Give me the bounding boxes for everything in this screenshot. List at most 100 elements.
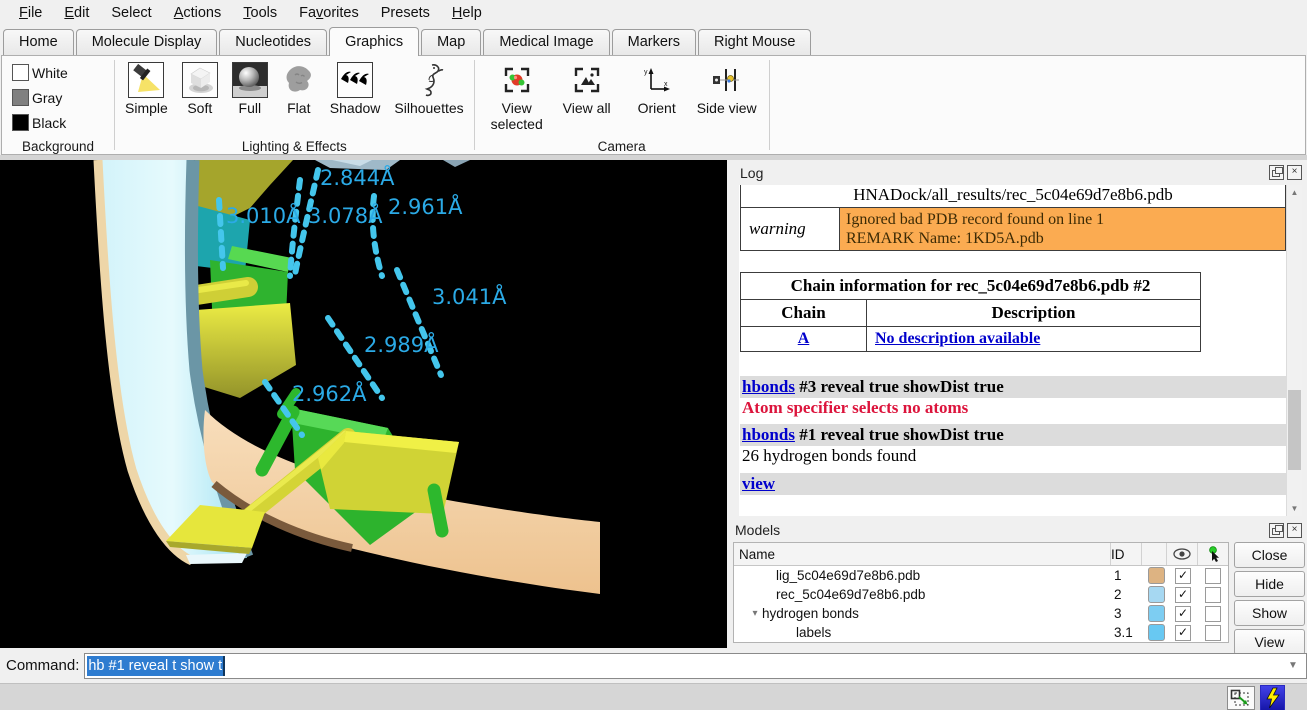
background-gray-option[interactable]: Gray [12,89,68,106]
menu-favorites[interactable]: Favorites [288,3,370,23]
model-color-swatch[interactable] [1148,624,1165,641]
model-row-labels[interactable]: labels 3.1 ✓ [734,623,1228,642]
model-row-lig[interactable]: lig_5c04e69d7e8b6.pdb 1 ✓ [734,566,1228,585]
chain-table-title: Chain information for rec_5c04e69d7e8b6.… [741,273,1201,300]
tab-molecule-display[interactable]: Molecule Display [76,29,218,55]
rapid-access-icon[interactable] [1227,686,1255,710]
gray-swatch [12,89,29,106]
lighting-silhouettes-button[interactable]: Silhouettes [394,60,463,116]
camera-orient-button[interactable]: y x Orient [625,60,689,116]
undock-icon[interactable] [1269,523,1284,538]
models-title: Models [735,522,780,538]
command-echo: view [740,473,1289,495]
right-panel: Log × HNADock/all_results/rec_5c04e69d7e… [727,160,1307,648]
models-panel: Models × Name ID [727,518,1307,648]
lighting-flat-button[interactable]: Flat [282,60,316,116]
log-title-bar: Log × [727,160,1307,185]
camera-view-selected-button[interactable]: View selected [485,60,549,132]
menu-select[interactable]: Select [100,3,162,23]
menu-bar: File Edit Select Actions Tools Favorites… [0,0,1307,25]
flashlight-icon [128,62,164,98]
menu-edit[interactable]: Edit [53,3,100,23]
lighting-shadow-button[interactable]: Shadow [330,60,381,116]
menu-actions[interactable]: Actions [163,3,233,23]
distance-label: 2.989Å [364,333,438,357]
close-icon[interactable]: × [1287,523,1302,538]
command-input-selected-text: hb #1 reveal t show t [87,656,225,676]
svg-text:y: y [644,69,648,76]
model-color-swatch[interactable] [1148,586,1165,603]
selected-checkbox[interactable] [1205,606,1221,622]
hbonds-help-link[interactable]: hbonds [742,425,795,444]
model-row-hydrogen-bonds[interactable]: ▾hydrogen bonds 3 ✓ [734,604,1228,623]
menu-help[interactable]: Help [441,3,493,23]
selected-checkbox[interactable] [1205,568,1221,584]
shown-checkbox[interactable]: ✓ [1175,568,1191,584]
fast-mode-lightning-icon[interactable] [1260,685,1285,710]
menu-file[interactable]: File [8,3,53,23]
section-label-background: Background [2,139,114,154]
view-help-link[interactable]: view [742,474,775,493]
tab-home[interactable]: Home [3,29,74,55]
camera-view-all-button[interactable]: View all [555,60,619,116]
model-name: rec_5c04e69d7e8b6.pdb [776,587,925,602]
graphics-viewport[interactable]: 2.844Å 3.010Å 3.078Å 2.961Å 3.041Å 2.989… [0,160,727,648]
command-input[interactable]: hb #1 reveal t show t ▼ [84,653,1307,679]
show-model-button[interactable]: Show [1234,600,1305,626]
tab-map[interactable]: Map [421,29,481,55]
undock-icon[interactable] [1269,165,1284,180]
shown-checkbox[interactable]: ✓ [1175,587,1191,603]
distance-label: 3.041Å [432,285,506,309]
log-scrollbar[interactable]: ▲ ▼ [1286,185,1302,516]
view-model-button[interactable]: View [1234,629,1305,655]
menu-tools[interactable]: Tools [232,3,288,23]
tab-right-mouse[interactable]: Right Mouse [698,29,811,55]
tab-graphics[interactable]: Graphics [329,27,419,56]
close-model-button[interactable]: Close [1234,542,1305,568]
chain-info-table: Chain information for rec_5c04e69d7e8b6.… [740,272,1201,352]
tab-medical-image[interactable]: Medical Image [483,29,609,55]
camera-side-view-button[interactable]: Side view [695,60,759,116]
bond-cylinder-green [434,490,442,531]
lighting-soft-button[interactable]: Soft [182,60,218,116]
hide-model-button[interactable]: Hide [1234,571,1305,597]
base-slab-yellow [196,303,296,398]
tree-expander-icon[interactable]: ▾ [748,608,762,619]
menu-presets[interactable]: Presets [370,3,441,23]
model-color-swatch[interactable] [1148,567,1165,584]
models-table: Name ID [733,542,1229,643]
selected-checkbox[interactable] [1205,587,1221,603]
shown-checkbox[interactable]: ✓ [1175,606,1191,622]
model-row-rec[interactable]: rec_5c04e69d7e8b6.pdb 2 ✓ [734,585,1228,604]
open-file-table: HNADock/all_results/rec_5c04e69d7e8b6.pd… [740,185,1286,251]
command-history-dropdown-icon[interactable]: ▼ [1284,654,1302,678]
scrollbar-thumb[interactable] [1288,390,1301,469]
model-color-swatch[interactable] [1148,605,1165,622]
lighting-full-button[interactable]: Full [232,60,268,116]
scroll-up-icon[interactable]: ▲ [1287,188,1302,197]
background-black-option[interactable]: Black [12,114,68,131]
model-id: 2 [1114,585,1144,604]
lighting-simple-button[interactable]: Simple [125,60,168,116]
close-icon[interactable]: × [1287,165,1302,180]
shown-checkbox[interactable]: ✓ [1175,625,1191,641]
name-column-header[interactable]: Name [734,543,1111,565]
chain-description-link[interactable]: No description available [875,330,1040,347]
chain-a-link[interactable]: A [798,330,810,347]
hbonds-help-link[interactable]: hbonds [742,377,795,396]
models-title-bar: Models × [727,518,1307,542]
tab-nucleotides[interactable]: Nucleotides [219,29,327,55]
scroll-down-icon[interactable]: ▼ [1287,504,1302,513]
shown-column-header[interactable] [1167,543,1198,565]
seahorse-outline-icon [414,62,444,98]
color-column-header[interactable] [1142,543,1167,565]
background-white-option[interactable]: White [12,64,68,81]
black-swatch [12,114,29,131]
selected-checkbox[interactable] [1205,625,1221,641]
id-column-header[interactable]: ID [1111,543,1142,565]
tab-markers[interactable]: Markers [612,29,696,55]
select-hand-icon [1206,546,1220,563]
selected-column-header[interactable] [1198,543,1228,565]
view-all-icon [573,66,601,94]
description-column-header: Description [867,300,1201,327]
